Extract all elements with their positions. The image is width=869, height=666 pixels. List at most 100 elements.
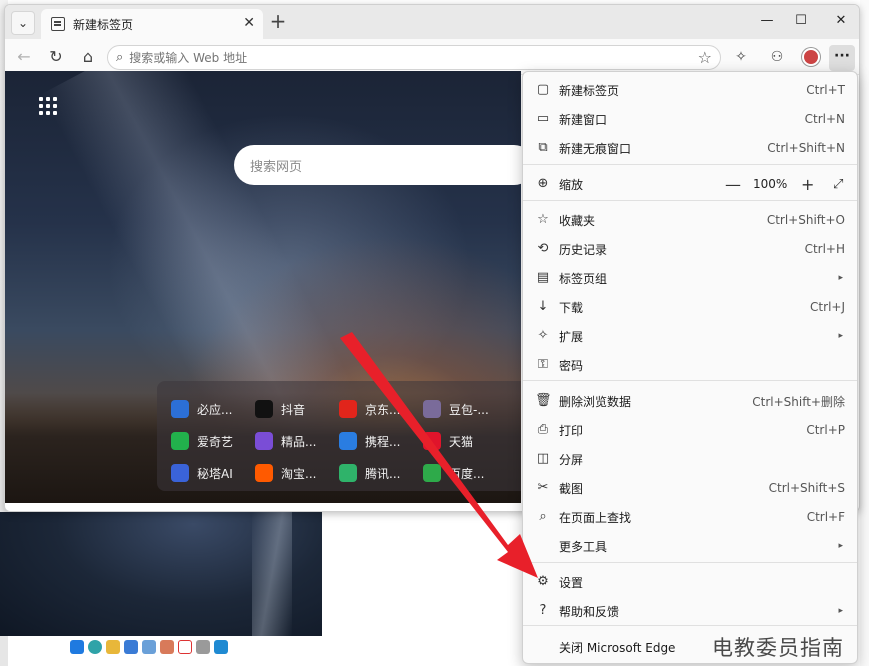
menu-item-label: 新建无痕窗口 bbox=[559, 141, 632, 156]
menu-item-more-tools[interactable]: 更多工具 ▸ bbox=[523, 532, 857, 560]
print-icon: ⎙ bbox=[537, 422, 549, 437]
new-tab-icon: ▢ bbox=[536, 82, 550, 97]
app-launcher-icon[interactable] bbox=[39, 97, 57, 115]
menu-item-zoom[interactable]: ⊕ 缩放 — 100% + ⤢ bbox=[523, 170, 857, 198]
new-tab-page: 搜索网页 必应... 抖音 京东... 豆包-... 爱奇艺 精品... 携程... 天猫秘塔… bbox=[5, 71, 521, 503]
chevron-down-icon: ⌄ bbox=[17, 16, 29, 30]
menu-item-new-inprivate-window[interactable]: ⧉ 新建无痕窗口 Ctrl+Shift+N bbox=[523, 134, 857, 162]
menu-item-split-screen[interactable]: ◫ 分屏 bbox=[523, 445, 857, 473]
quick-link[interactable]: 豆包-... bbox=[423, 400, 507, 418]
quick-link-label: 爱奇艺 bbox=[197, 434, 234, 449]
web-search-box[interactable]: 搜索网页 bbox=[234, 145, 521, 185]
menu-separator bbox=[523, 164, 857, 165]
app-taskbar-icon[interactable] bbox=[142, 640, 156, 654]
quick-link[interactable]: 腾讯... bbox=[339, 464, 423, 482]
close-window-button[interactable]: ✕ bbox=[831, 13, 851, 28]
back-button[interactable]: ← bbox=[13, 47, 35, 69]
web-search-placeholder: 搜索网页 bbox=[250, 159, 303, 175]
tab-actions-button[interactable]: ⌄ bbox=[11, 11, 35, 35]
menu-shortcut: Ctrl+Shift+O bbox=[766, 213, 845, 227]
quick-link[interactable]: 必应... bbox=[171, 400, 255, 418]
menu-item-label: 缩放 bbox=[559, 177, 584, 192]
split-screen-icon: ◫ bbox=[536, 451, 550, 466]
quick-link[interactable]: 百度... bbox=[423, 464, 507, 482]
menu-item-screenshot[interactable]: ✂ 截图 Ctrl+Shift+S bbox=[523, 474, 857, 502]
menu-shortcut: Ctrl+N bbox=[804, 112, 845, 126]
toolbar: ← ↻ ⌂ ⌕ ☆ ✧ ⚇ ··· bbox=[5, 39, 859, 75]
chevron-right-icon: ▸ bbox=[838, 606, 843, 616]
tmall-icon bbox=[423, 432, 441, 450]
folder-taskbar-icon[interactable] bbox=[106, 640, 120, 654]
extensions-icon: ✧ bbox=[537, 328, 549, 343]
menu-item-passwords[interactable]: ⚿ 密码 bbox=[523, 351, 857, 379]
menu-item-label: 密码 bbox=[559, 358, 584, 373]
quick-link-label: 豆包-... bbox=[449, 402, 489, 417]
menu-item-history[interactable]: ⟲ 历史记录 Ctrl+H bbox=[523, 235, 857, 263]
settings-icon: ⚙ bbox=[537, 574, 549, 589]
maximize-button[interactable]: ☐ bbox=[791, 13, 811, 28]
avatar[interactable] bbox=[801, 48, 821, 68]
menu-item-label: 标签页组 bbox=[559, 271, 608, 286]
home-button[interactable]: ⌂ bbox=[77, 47, 99, 69]
quick-link[interactable]: 京东... bbox=[339, 400, 423, 418]
quick-links-row: 必应... 抖音 京东... 豆包-... bbox=[171, 393, 521, 425]
quick-link[interactable]: 秘塔AI bbox=[171, 464, 255, 482]
passwords-icon: ⚿ bbox=[538, 357, 548, 372]
zoom-in-button[interactable]: + bbox=[801, 175, 814, 194]
menu-shortcut: Ctrl+Shift+删除 bbox=[752, 394, 845, 409]
vscode-taskbar-icon[interactable] bbox=[214, 640, 228, 654]
settings-and-more-button[interactable]: ··· bbox=[829, 45, 855, 71]
menu-item-label: 截图 bbox=[559, 481, 584, 496]
quick-link[interactable]: 抖音 bbox=[255, 400, 339, 418]
address-input[interactable] bbox=[129, 50, 690, 65]
tencent-icon bbox=[339, 464, 357, 482]
quick-link[interactable]: 爱奇艺 bbox=[171, 432, 255, 450]
menu-item-new-window[interactable]: ▭ 新建窗口 Ctrl+N bbox=[523, 105, 857, 133]
menu-item-favorites[interactable]: ☆ 收藏夹 Ctrl+Shift+O bbox=[523, 206, 857, 234]
tab-title: 新建标签页 bbox=[73, 17, 134, 32]
close-icon[interactable]: ✕ bbox=[243, 15, 255, 31]
menu-separator bbox=[523, 200, 857, 201]
quick-link-label: 必应... bbox=[197, 402, 233, 417]
quick-link-label: 精品... bbox=[281, 434, 317, 449]
menu-item-downloads[interactable]: ↓ 下载 Ctrl+J bbox=[523, 293, 857, 321]
menu-item-clear-browsing-data[interactable]: 🗑 删除浏览数据 Ctrl+Shift+删除 bbox=[523, 387, 857, 415]
windows-start-icon[interactable] bbox=[70, 640, 84, 654]
fullscreen-icon[interactable]: ⤢ bbox=[833, 177, 843, 192]
tab-new-tab[interactable]: 新建标签页 ✕ bbox=[41, 9, 263, 39]
minimize-button[interactable]: — bbox=[757, 13, 777, 28]
zoom-out-button[interactable]: — bbox=[725, 175, 741, 194]
photos-taskbar-icon[interactable] bbox=[160, 640, 174, 654]
menu-item-find-on-page[interactable]: ⌕ 在页面上查找 Ctrl+F bbox=[523, 503, 857, 531]
profile-switch-icon[interactable]: ⚇ bbox=[767, 48, 787, 68]
menu-item-extensions[interactable]: ✧ 扩展 ▸ bbox=[523, 322, 857, 350]
home-icon: ⌂ bbox=[82, 47, 94, 66]
menu-item-help-and-feedback[interactable]: ? 帮助和反馈 ▸ bbox=[523, 597, 857, 625]
clear-browsing-data-icon: 🗑 bbox=[535, 393, 552, 408]
iqiyi-icon bbox=[171, 432, 189, 450]
qq-taskbar-icon[interactable] bbox=[178, 640, 192, 654]
quick-link[interactable]: 精品... bbox=[255, 432, 339, 450]
favorite-star-icon[interactable]: ☆ bbox=[698, 48, 712, 67]
menu-item-label: 下载 bbox=[559, 300, 584, 315]
menu-item-print[interactable]: ⎙ 打印 Ctrl+P bbox=[523, 416, 857, 444]
menu-item-settings[interactable]: ⚙ 设置 bbox=[523, 568, 857, 596]
zoom-icon: ⊕ bbox=[537, 176, 549, 191]
menu-item-tab-groups[interactable]: ▤ 标签页组 ▸ bbox=[523, 264, 857, 292]
quick-link[interactable]: 天猫 bbox=[423, 432, 507, 450]
refresh-button[interactable]: ↻ bbox=[45, 47, 67, 69]
edge-taskbar-icon[interactable] bbox=[88, 640, 102, 654]
extensions-icon[interactable]: ✧ bbox=[731, 48, 751, 68]
quick-link[interactable]: 淘宝... bbox=[255, 464, 339, 482]
store-taskbar-icon[interactable] bbox=[124, 640, 138, 654]
quick-link-label: 腾讯... bbox=[365, 466, 401, 481]
menu-shortcut: Ctrl+J bbox=[810, 300, 845, 314]
close-icon: ✕ bbox=[835, 13, 847, 28]
address-bar[interactable]: ⌕ ☆ bbox=[107, 45, 721, 70]
menu-item-new-tab[interactable]: ▢ 新建标签页 Ctrl+T bbox=[523, 76, 857, 104]
menu-item-label: 帮助和反馈 bbox=[559, 604, 620, 619]
title-bar: ⌄ 新建标签页 ✕ + — ☐ ✕ bbox=[5, 5, 859, 39]
quick-link[interactable]: 携程... bbox=[339, 432, 423, 450]
app2-taskbar-icon[interactable] bbox=[196, 640, 210, 654]
new-tab-button[interactable]: + bbox=[267, 11, 289, 33]
